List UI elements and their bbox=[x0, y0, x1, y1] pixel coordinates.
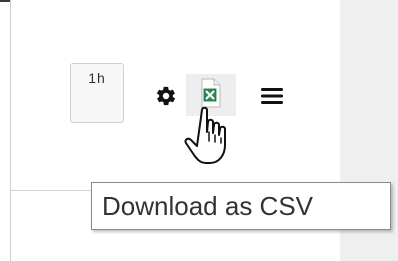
screen: 1h Download as CSV bbox=[0, 0, 398, 261]
tooltip-text: Download as CSV bbox=[102, 190, 313, 221]
panel-left-border bbox=[10, 0, 11, 261]
download-csv-button[interactable] bbox=[186, 74, 236, 116]
hamburger-menu-icon[interactable] bbox=[258, 82, 286, 110]
tooltip-download-as-csv: Download as CSV bbox=[91, 182, 391, 230]
gear-icon[interactable] bbox=[152, 82, 180, 110]
time-range-button[interactable]: 1h bbox=[70, 63, 124, 123]
csv-file-icon bbox=[198, 78, 224, 113]
